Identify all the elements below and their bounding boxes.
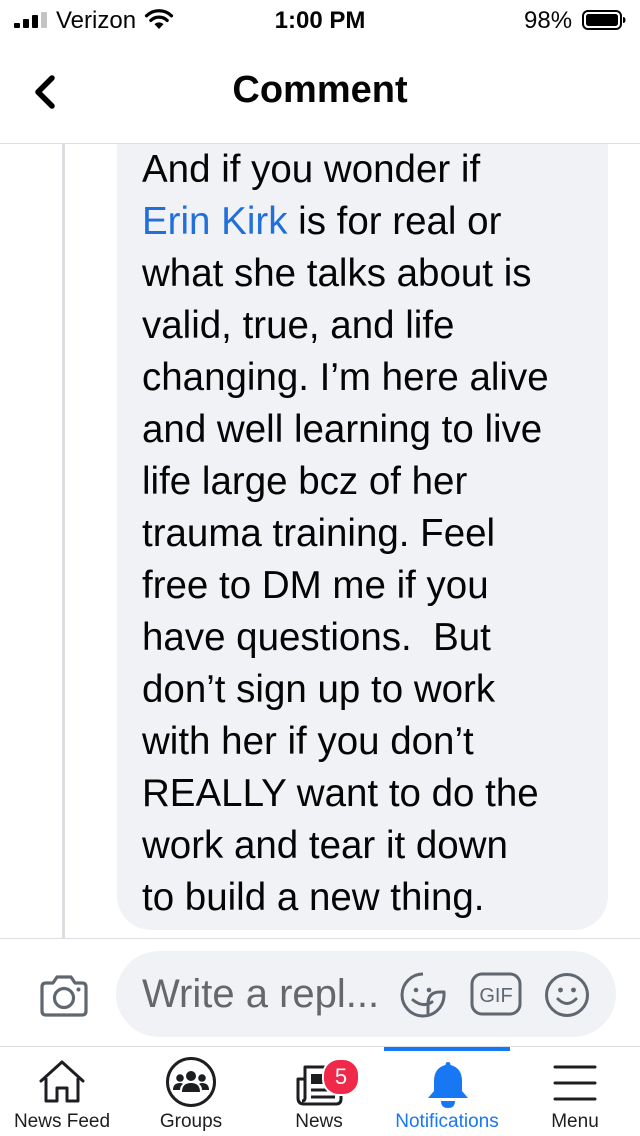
camera-icon [40,975,88,1017]
bell-icon [428,1062,468,1108]
comment-text: And if you wonder if Erin Kirk is for re… [142,144,596,924]
tab-groups[interactable]: Groups [128,1047,254,1136]
tab-menu[interactable]: Menu [512,1047,638,1136]
camera-button[interactable] [38,973,90,1019]
comment-bubble[interactable]: And if you wonder if Erin Kirk is for re… [117,144,608,930]
thread-line [62,144,65,938]
home-icon [39,1060,85,1103]
news-notification-badge: 5 [322,1058,360,1096]
reply-placeholder: Write a repl... [142,972,380,1016]
tab-label: Notifications [395,1111,499,1132]
sticker-icon [400,972,446,1018]
tab-label: Menu [551,1111,599,1132]
battery-percent: 98% [524,7,573,34]
page-title: Comment [232,69,408,111]
comment-area[interactable]: And if you wonder if Erin Kirk is for re… [0,144,640,938]
groups-icon [166,1057,216,1107]
tab-label: News Feed [13,1111,111,1132]
emoji-icon [545,973,589,1017]
gif-button[interactable]: GIF [470,972,522,1016]
mention-link[interactable]: Erin Kirk [142,200,287,243]
tab-label: News [295,1111,343,1132]
tab-news[interactable]: News [256,1047,382,1136]
battery-icon [582,10,626,30]
tab-news-feed[interactable]: News Feed [0,1047,124,1136]
reply-input[interactable]: Write a repl... GIF [116,951,616,1037]
tab-label: Groups [159,1111,223,1132]
comment-text-rest: is for real or what she talks about is v… [142,200,549,919]
gif-label: GIF [479,985,512,1007]
screen: Verizon 1:00 PM 98% Comment And if you w… [0,0,640,1136]
emoji-button[interactable] [544,972,590,1018]
tab-notifications[interactable]: Notifications [384,1047,510,1136]
hamburger-menu-icon [553,1065,597,1101]
reply-bar: Write a repl... GIF [0,938,640,1047]
header: Comment [0,40,640,144]
active-tab-indicator [384,1047,510,1051]
status-bar: Verizon 1:00 PM 98% [0,0,640,40]
sticker-button[interactable] [398,970,448,1020]
tab-bar: News Feed Groups News Notifications Menu [0,1046,640,1136]
comment-text-start: And if you wonder if [142,148,481,191]
